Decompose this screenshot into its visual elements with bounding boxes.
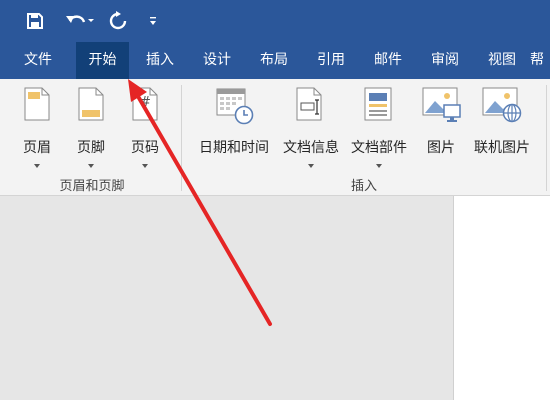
online-picture-button[interactable]: 联机图片 [468,87,536,173]
save-icon [27,13,43,29]
tab-mailings[interactable]: 邮件 [363,42,413,79]
tab-layout[interactable]: 布局 [249,42,299,79]
chevron-down-icon [88,164,94,168]
header-button[interactable]: 页眉 [14,87,60,173]
document-page[interactable] [453,196,550,400]
picture-label: 图片 [427,140,455,156]
tab-help[interactable]: 帮 [530,42,550,79]
group-separator [546,85,547,191]
footer-button[interactable]: 页脚 [68,87,114,173]
tab-design[interactable]: 设计 [192,42,242,79]
redo-icon [109,11,127,30]
tab-insert[interactable]: 插入 [135,42,185,79]
picture-button[interactable]: 图片 [418,87,464,173]
document-parts-label: 文档部件 [351,140,407,156]
tab-file[interactable]: 文件 [12,42,64,79]
document-canvas [0,196,550,400]
group-separator [181,85,182,191]
document-info-icon [296,87,322,121]
document-info-button[interactable]: 文档信息 [278,87,344,173]
save-button[interactable] [22,9,48,33]
page-number-icon: # [132,87,158,121]
tab-references[interactable]: 引用 [306,42,356,79]
page-number-label: 页码 [131,140,159,156]
footer-label: 页脚 [77,140,105,156]
header-label: 页眉 [23,140,51,156]
footer-icon [78,87,104,121]
chevron-down-icon [142,164,148,168]
calendar-clock-icon [216,88,254,125]
online-picture-label: 联机图片 [474,140,530,156]
tab-view[interactable]: 视图 [477,42,527,79]
document-parts-button[interactable]: 文档部件 [346,87,412,173]
undo-icon [66,15,94,23]
ribbon-tabs: 文件 开始 插入 设计 布局 引用 邮件 审阅 视图 帮 [0,42,550,79]
quick-access-toolbar [0,0,550,42]
tab-home[interactable]: 开始 [76,42,129,79]
page-number-button[interactable]: # 页码 [122,87,168,173]
chevron-down-icon [34,164,40,168]
group-label-header-footer: 页眉和页脚 [59,179,125,194]
ribbon-panel: 页眉 页脚 # 页码 页眉和页脚 日期和时间 文档信息 文档部件 图片 联机图片… [0,79,550,196]
tab-review[interactable]: 审阅 [420,42,470,79]
document-parts-icon [364,87,392,121]
chevron-down-icon [308,164,314,168]
picture-icon [422,87,461,122]
header-icon [24,87,50,121]
chevron-down-icon [376,164,382,168]
date-time-button[interactable]: 日期和时间 [194,87,274,173]
online-picture-icon [482,87,522,123]
group-label-insert: 插入 [350,179,377,194]
redo-button[interactable] [106,9,130,33]
customize-toolbar-button[interactable] [144,9,162,33]
document-info-label: 文档信息 [283,140,339,156]
date-time-label: 日期和时间 [199,140,269,156]
customize-icon [150,17,156,25]
page-number-glyph: # [140,95,151,110]
undo-button[interactable] [60,9,98,33]
